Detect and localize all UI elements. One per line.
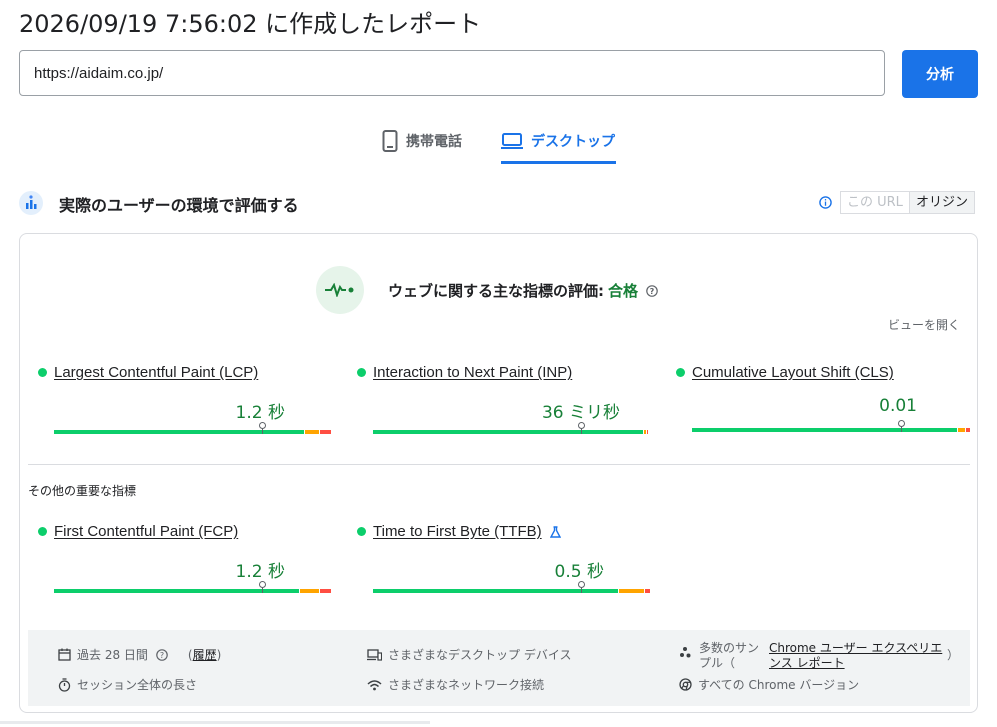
expand-view-link[interactable]: ビューを開く xyxy=(888,316,960,333)
tab-desktop-label: デスクトップ xyxy=(531,134,615,150)
svg-text:?: ? xyxy=(650,287,655,296)
vitals-pulse-icon xyxy=(316,266,364,314)
p75-marker xyxy=(577,422,585,429)
metric-fcp-name[interactable]: First Contentful Paint (FCP) xyxy=(38,523,238,540)
footer-network-text: さまざまなネットワーク接続 xyxy=(388,678,545,692)
p75-marker xyxy=(258,422,266,429)
distribution-bar-track xyxy=(54,430,331,434)
needs-improvement-segment xyxy=(305,430,319,434)
footer-samples-prefix2: プル（ xyxy=(699,656,736,670)
history-link[interactable]: 履歴 xyxy=(193,646,217,663)
p75-marker xyxy=(577,581,585,588)
needs-improvement-segment xyxy=(618,589,644,593)
tab-mobile[interactable]: 携帯電話 xyxy=(382,128,462,154)
needs-improvement-segment xyxy=(644,430,646,434)
devices-icon xyxy=(367,648,382,661)
toggle-origin[interactable]: オリジン xyxy=(909,191,975,214)
timer-icon xyxy=(58,677,71,692)
good-status-dot xyxy=(38,368,47,377)
metric-ttfb-name[interactable]: Time to First Byte (TTFB) xyxy=(357,523,561,540)
help-icon[interactable]: ? xyxy=(646,284,658,297)
footer-devices-text: さまざまなデスクトップ デバイス xyxy=(388,648,572,662)
footer-session-text: セッション全体の長さ xyxy=(77,678,198,692)
calendar-icon xyxy=(58,648,71,661)
poor-segment xyxy=(320,430,331,434)
footer-devices: さまざまなデスクトップ デバイス xyxy=(367,646,571,663)
good-status-dot xyxy=(676,368,685,377)
footer-samples-suffix: ） xyxy=(947,648,960,662)
metric-inp-value: 36 ミリ秒 xyxy=(541,403,620,423)
metric-cls-name[interactable]: Cumulative Layout Shift (CLS) xyxy=(676,364,894,381)
good-segment xyxy=(54,430,305,434)
metric-ttfb-value: 0.5 秒 xyxy=(554,562,604,582)
metric-lcp-value: 1.2 秒 xyxy=(235,403,285,423)
metric-fcp-label: First Contentful Paint (FCP) xyxy=(54,523,239,540)
footer-samples: 多数のサン プル（ Chrome ユーザー エクスペリエ ンス レポート ） xyxy=(679,639,969,671)
footer-period-text: 過去 28 日間 xyxy=(77,648,148,662)
needs-improvement-segment xyxy=(299,589,319,593)
distribution-bar-track xyxy=(373,430,648,434)
good-segment xyxy=(373,430,644,434)
other-metrics-title: その他の重要な指標 xyxy=(28,484,137,498)
poor-segment xyxy=(965,428,970,432)
metric-inp-label: Interaction to Next Paint (INP) xyxy=(373,364,573,381)
p75-marker xyxy=(258,581,266,588)
metric-ttfb-label: Time to First Byte (TTFB) xyxy=(373,523,542,540)
field-data-icon xyxy=(19,191,43,215)
poor-segment xyxy=(646,430,648,434)
p75-marker xyxy=(897,420,905,427)
distribution-bar-track xyxy=(373,589,650,593)
distribution-bar-track xyxy=(692,428,970,432)
metric-fcp-value: 1.2 秒 xyxy=(235,562,285,582)
field-section-title: 実際のユーザーの環境で評価する xyxy=(59,196,299,215)
metric-cls-value: 0.01 xyxy=(879,396,917,416)
active-tab-indicator xyxy=(501,161,616,164)
horizontal-scroll-indicator xyxy=(0,721,430,724)
distribution-bar-track xyxy=(54,589,331,593)
report-title: 2026/09/19 7:56:02 に作成したレポート xyxy=(19,10,482,38)
metric-lcp-label: Largest Contentful Paint (LCP) xyxy=(54,364,259,381)
crux-report-link-line2[interactable]: ンス レポート xyxy=(769,654,845,671)
smartphone-icon xyxy=(382,130,398,152)
svg-text:?: ? xyxy=(160,651,164,660)
tab-desktop[interactable]: デスクトップ xyxy=(501,128,615,154)
laptop-icon xyxy=(501,133,523,149)
metric-lcp-name[interactable]: Largest Contentful Paint (LCP) xyxy=(38,364,258,381)
info-icon[interactable] xyxy=(819,196,832,209)
good-segment xyxy=(692,428,957,432)
poor-segment xyxy=(320,589,331,593)
experimental-flask-icon xyxy=(549,525,561,538)
section-divider xyxy=(28,464,970,465)
good-status-dot xyxy=(357,368,366,377)
url-input[interactable] xyxy=(19,50,885,96)
analyze-button[interactable]: 分析 xyxy=(902,50,978,98)
chrome-icon xyxy=(679,678,692,691)
samples-dots-icon xyxy=(680,647,691,658)
metric-cls-label: Cumulative Layout Shift (CLS) xyxy=(692,364,894,381)
good-status-dot xyxy=(38,527,47,536)
assessment-heading: ウェブに関する主な指標の評価: 合格 ? xyxy=(388,280,658,301)
url-origin-toggle: この URL オリジン xyxy=(840,191,975,214)
footer-period: 過去 28 日間 ? (履歴) xyxy=(58,646,221,663)
assessment-label: ウェブに関する主な指標の評価: xyxy=(388,282,605,300)
footer-versions: すべての Chrome バージョン xyxy=(679,676,859,693)
footer-session: セッション全体の長さ xyxy=(58,676,197,693)
metric-inp-name[interactable]: Interaction to Next Paint (INP) xyxy=(357,364,572,381)
tab-mobile-label: 携帯電話 xyxy=(406,134,462,150)
toggle-this-url[interactable]: この URL xyxy=(840,191,910,214)
good-status-dot xyxy=(357,527,366,536)
footer-network: さまざまなネットワーク接続 xyxy=(367,676,544,693)
needs-improvement-segment xyxy=(957,428,965,432)
help-icon[interactable]: ? xyxy=(156,648,168,661)
network-signal-icon xyxy=(367,679,382,690)
poor-segment xyxy=(644,589,650,593)
footer-versions-text: すべての Chrome バージョン xyxy=(698,678,860,692)
assessment-result: 合格 xyxy=(608,282,639,300)
